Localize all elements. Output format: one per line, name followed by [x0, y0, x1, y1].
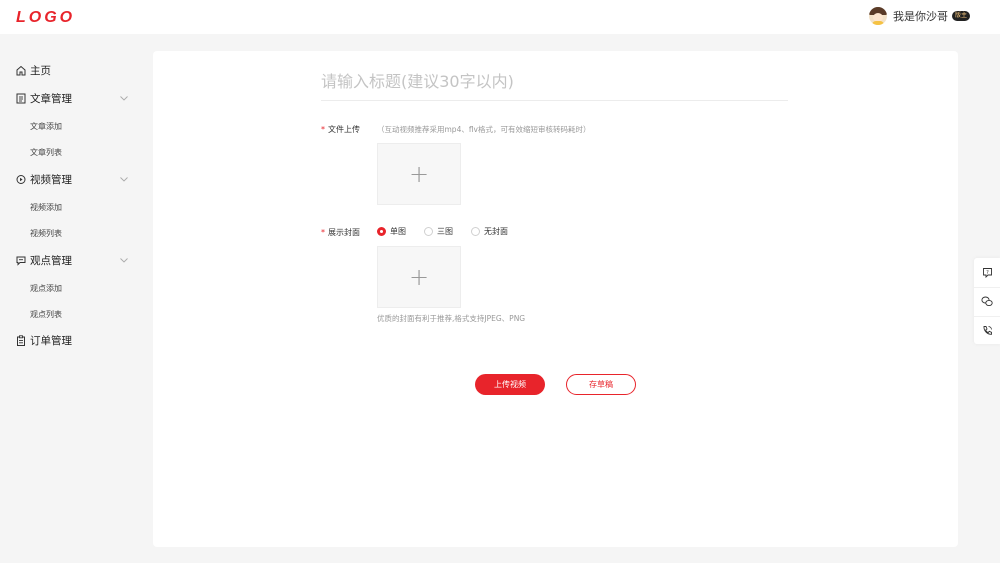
sidebar-item-label: 订单管理	[30, 334, 72, 347]
upload-video-button[interactable]: 上传视频	[475, 374, 545, 395]
radio-circle[interactable]	[377, 227, 386, 236]
document-icon	[16, 93, 26, 103]
content-card: *文件上传 （互动视频推荐采用mp4、flv格式，可有效缩短审核转码耗时） + …	[153, 51, 958, 547]
cover-option-single[interactable]: 单图	[377, 226, 406, 237]
cover-upload-box[interactable]: +	[377, 246, 461, 308]
svg-text:?: ?	[986, 269, 989, 275]
radio-label: 单图	[390, 227, 406, 236]
comment-icon	[16, 256, 26, 266]
sidebar-item-label: 主页	[30, 64, 51, 77]
wechat-icon	[981, 296, 993, 307]
sidebar-subitem-video-list[interactable]: 视频列表	[30, 228, 62, 239]
feedback-icon: ?	[982, 267, 992, 278]
sidebar-item-label: 文章管理	[30, 92, 72, 105]
cover-radio-group: 单图 三图 无封面	[377, 226, 526, 237]
avatar-body	[871, 21, 884, 25]
sidebar-item-label: 视频管理	[30, 173, 72, 186]
avatar[interactable]	[868, 7, 887, 25]
chevron-down-icon[interactable]	[120, 258, 128, 263]
clipboard-icon	[17, 334, 25, 346]
user-menu[interactable]: 我是你沙哥 版主	[868, 7, 970, 25]
chevron-down-icon[interactable]	[120, 177, 128, 182]
video-upload-box[interactable]: +	[377, 143, 461, 205]
required-marker: *	[321, 228, 325, 237]
logo[interactable]: LOGO	[16, 9, 75, 27]
cover-label-text: 展示封面	[328, 228, 360, 237]
chevron-down-icon[interactable]	[120, 96, 128, 101]
sidebar-item-videos[interactable]: 视频管理	[0, 168, 145, 190]
sidebar-subitem-opinion-list[interactable]: 观点列表	[30, 309, 62, 320]
cover-option-none[interactable]: 无封面	[471, 226, 508, 237]
cover-option-triple[interactable]: 三图	[424, 226, 453, 237]
sidebar-item-label: 观点管理	[30, 254, 72, 267]
feedback-button[interactable]: ?	[974, 258, 1000, 286]
cover-hint: 优质的封面有利于推荐,格式支持JPEG、PNG	[377, 314, 526, 323]
sidebar-subitem-video-add[interactable]: 视频添加	[30, 202, 62, 213]
save-draft-button[interactable]: 存草稿	[566, 374, 636, 395]
file-upload-label: * 文件上传	[321, 124, 360, 135]
radio-label: 无封面	[484, 227, 508, 236]
sidebar-subitem-article-add[interactable]: 文章添加	[30, 121, 62, 132]
radio-circle[interactable]	[424, 227, 433, 236]
phone-button[interactable]	[974, 316, 1000, 344]
phone-icon	[983, 326, 992, 335]
file-upload-label-text: 文件上传	[328, 125, 360, 134]
plus-icon: +	[408, 160, 430, 188]
floating-toolbar: ?	[974, 258, 1000, 344]
user-name[interactable]: 我是你沙哥	[893, 8, 948, 24]
sidebar-item-articles[interactable]: 文章管理	[0, 87, 145, 109]
video-icon	[16, 174, 26, 184]
sidebar-item-home[interactable]: 主页	[0, 59, 145, 81]
user-role-badge: 版主	[951, 11, 970, 21]
radio-label: 三图	[437, 227, 453, 236]
radio-circle[interactable]	[471, 227, 480, 236]
sidebar-subitem-article-list[interactable]: 文章列表	[30, 147, 62, 158]
sidebar-subitem-opinion-add[interactable]: 观点添加	[30, 283, 62, 294]
home-icon	[16, 65, 26, 75]
cover-label: * 展示封面	[321, 227, 360, 238]
required-marker: *	[321, 125, 325, 134]
wechat-button[interactable]	[974, 287, 1000, 315]
title-input[interactable]	[321, 63, 788, 101]
sidebar-item-orders[interactable]: 订单管理	[0, 329, 145, 351]
file-upload-hint: （互动视频推荐采用mp4、flv格式，可有效缩短审核转码耗时）	[377, 125, 591, 134]
plus-icon: +	[408, 263, 430, 291]
top-header: LOGO 我是你沙哥 版主	[0, 0, 1000, 34]
sidebar-item-opinions[interactable]: 观点管理	[0, 249, 145, 271]
